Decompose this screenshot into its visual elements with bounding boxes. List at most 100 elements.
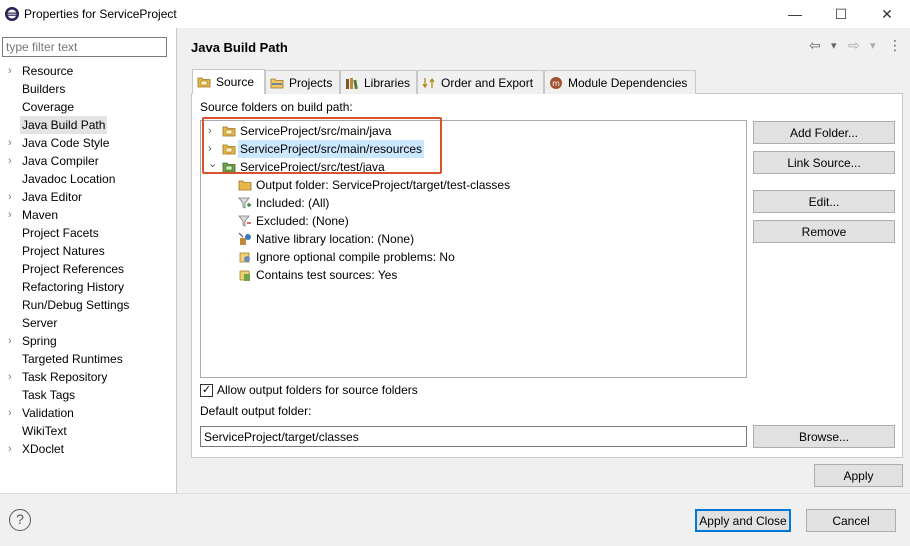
sidebar-item-builders[interactable]: Builders: [0, 80, 176, 98]
expand-chevron-icon[interactable]: ›: [8, 188, 18, 206]
sidebar: › Resource Builders Coverage Java Build Path…: [0, 28, 177, 493]
expand-chevron-icon[interactable]: ›: [8, 134, 18, 152]
sidebar-item-server[interactable]: Server: [0, 314, 176, 332]
remove-button[interactable]: Remove: [753, 220, 895, 243]
apply-button[interactable]: Apply: [814, 464, 903, 487]
sidebar-item-java-code-style[interactable]: › Java Code Style: [0, 134, 176, 152]
add-folder-button[interactable]: Add Folder...: [753, 121, 895, 144]
link-source-button[interactable]: Link Source...: [753, 151, 895, 174]
cancel-button[interactable]: Cancel: [806, 509, 896, 532]
libraries-icon: [346, 77, 358, 89]
sidebar-item-java-editor[interactable]: › Java Editor: [0, 188, 176, 206]
sidebar-item-task-tags[interactable]: Task Tags: [0, 386, 176, 404]
tab-module-dependencies[interactable]: m Module Dependencies: [544, 70, 696, 94]
sidebar-item-label: Validation: [22, 406, 74, 420]
filter-input[interactable]: [2, 37, 167, 57]
sidebar-item-label: Java Code Style: [22, 136, 110, 150]
sidebar-item-xdoclet[interactable]: › XDoclet: [0, 440, 176, 458]
allow-output-folders-checkbox[interactable]: ✓: [200, 384, 213, 397]
sidebar-item-refactoring-history[interactable]: Refactoring History: [0, 278, 176, 296]
sidebar-item-label: Builders: [22, 82, 66, 96]
sidebar-item-label: Java Editor: [22, 190, 83, 204]
sidebar-item-javadoc-location[interactable]: Javadoc Location: [0, 170, 176, 188]
forward-arrow-icon[interactable]: ⇨: [848, 37, 860, 54]
help-icon[interactable]: ?: [9, 509, 31, 531]
sidebar-item-java-build-path[interactable]: Java Build Path: [0, 116, 176, 134]
expand-chevron-icon[interactable]: ›: [8, 368, 18, 386]
maximize-button[interactable]: ☐: [818, 0, 864, 28]
sidebar-item-label: Task Tags: [22, 388, 76, 402]
maximize-icon: ☐: [834, 5, 848, 22]
sidebar-item-label: Targeted Runtimes: [22, 352, 123, 366]
sidebar-item-label: XDoclet: [22, 442, 65, 456]
sidebar-item-label: Coverage: [22, 100, 75, 114]
close-button[interactable]: ✕: [864, 0, 910, 28]
sidebar-item-label: Task Repository: [22, 370, 108, 384]
projects-icon: [270, 78, 284, 88]
sidebar-item-wikitext[interactable]: WikiText: [0, 422, 176, 440]
expand-chevron-icon[interactable]: ›: [8, 206, 18, 224]
browse-button[interactable]: Browse...: [753, 425, 895, 448]
ignore-problems-icon: [239, 252, 250, 263]
tab-order-export[interactable]: Order and Export: [417, 70, 544, 94]
tab-label: Module Dependencies: [568, 75, 688, 90]
sidebar-item-label: Run/Debug Settings: [22, 298, 130, 312]
expand-chevron-icon[interactable]: ›: [8, 152, 18, 170]
tree-item-label: Ignore optional compile problems: No: [256, 250, 455, 264]
source-folders-label: Source folders on build path:: [200, 100, 353, 114]
sidebar-item-label: WikiText: [22, 424, 67, 438]
native-library-icon: [238, 232, 251, 245]
window-title: Properties for ServiceProject: [24, 7, 177, 21]
tab-label: Libraries: [364, 75, 411, 90]
allow-output-folders-label[interactable]: Allow output folders for source folders: [217, 383, 418, 397]
minimize-button[interactable]: —: [772, 0, 818, 28]
tree-item-label: Contains test sources: Yes: [256, 268, 398, 282]
sidebar-item-run-debug-settings[interactable]: Run/Debug Settings: [0, 296, 176, 314]
expand-chevron-icon[interactable]: ›: [8, 404, 18, 422]
back-menu-icon[interactable]: ▾: [831, 39, 837, 52]
page-title: Java Build Path: [191, 40, 288, 55]
sidebar-item-label: Project References: [22, 262, 125, 276]
sidebar-item-maven[interactable]: › Maven: [0, 206, 176, 224]
default-output-folder-input[interactable]: [200, 426, 747, 447]
svg-text:m: m: [552, 79, 560, 88]
sidebar-item-project-natures[interactable]: Project Natures: [0, 242, 176, 260]
sidebar-item-validation[interactable]: › Validation: [0, 404, 176, 422]
expand-chevron-icon[interactable]: ›: [8, 332, 18, 350]
edit-button[interactable]: Edit...: [753, 190, 895, 213]
source-folder-icon: [197, 77, 211, 88]
minimize-icon: —: [788, 6, 802, 22]
forward-menu-icon[interactable]: ▾: [870, 39, 876, 52]
tab-source[interactable]: Source: [192, 69, 265, 94]
included-filter-icon: [238, 197, 251, 209]
order-export-icon: [422, 77, 435, 88]
sidebar-item-label: Java Build Path: [20, 116, 108, 134]
sidebar-item-spring[interactable]: › Spring: [0, 332, 176, 350]
sidebar-item-project-references[interactable]: Project References: [0, 260, 176, 278]
sidebar-item-label: Java Compiler: [22, 154, 99, 168]
sidebar-item-coverage[interactable]: Coverage: [0, 98, 176, 116]
tab-projects[interactable]: Projects: [265, 70, 340, 94]
back-arrow-icon[interactable]: ⇦: [809, 37, 821, 54]
view-menu-icon[interactable]: ⋮: [888, 37, 902, 54]
sidebar-item-label: Javadoc Location: [22, 172, 116, 186]
sidebar-item-label: Resource: [22, 64, 74, 78]
expand-chevron-icon[interactable]: ›: [8, 62, 18, 80]
sidebar-item-resource[interactable]: › Resource: [0, 62, 176, 80]
sidebar-item-task-repository[interactable]: › Task Repository: [0, 368, 176, 386]
tab-libraries[interactable]: Libraries: [340, 70, 417, 94]
sidebar-item-label: Spring: [22, 334, 57, 348]
sidebar-item-label: Server: [22, 316, 58, 330]
tab-label: Projects: [289, 75, 333, 90]
tree-item-label: Included: (All): [256, 196, 330, 210]
apply-and-close-button[interactable]: Apply and Close: [695, 509, 791, 532]
sidebar-item-targeted-runtimes[interactable]: Targeted Runtimes: [0, 350, 176, 368]
sidebar-item-label: Project Natures: [22, 244, 105, 258]
default-output-folder-label: Default output folder:: [200, 404, 312, 418]
highlight-annotation-box: [202, 117, 442, 174]
expand-chevron-icon[interactable]: ›: [8, 440, 18, 458]
sidebar-item-project-facets[interactable]: Project Facets: [0, 224, 176, 242]
sidebar-item-java-compiler[interactable]: › Java Compiler: [0, 152, 176, 170]
sidebar-item-label: Maven: [22, 208, 59, 222]
sidebar-item-label: Refactoring History: [22, 280, 125, 294]
